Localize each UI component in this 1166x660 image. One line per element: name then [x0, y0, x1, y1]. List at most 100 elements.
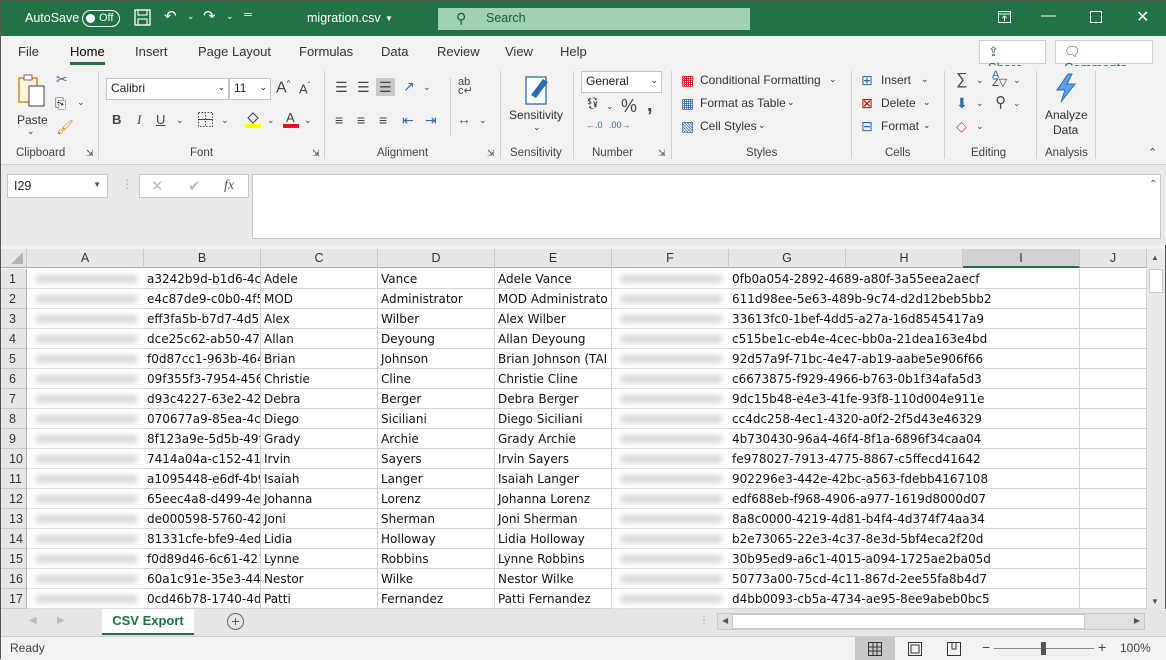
redacted-cell-a[interactable] — [27, 309, 144, 329]
row-header[interactable]: 5 — [1, 349, 27, 369]
row-header[interactable]: 12 — [1, 489, 27, 509]
redacted-cell-a[interactable] — [27, 329, 144, 349]
previous-sheet-icon[interactable]: ◀ — [29, 615, 37, 626]
font-color-dropdown-icon[interactable]: ⌄ — [304, 116, 312, 125]
cell-j6[interactable] — [1080, 369, 1147, 389]
file-name[interactable]: migration.csv — [307, 11, 381, 25]
redacted-cell-f[interactable] — [612, 349, 729, 369]
cell-d10[interactable]: Sayers — [378, 449, 495, 469]
normal-view-button[interactable] — [855, 637, 895, 660]
cell-c3[interactable]: Alex — [261, 309, 378, 329]
redacted-cell-a[interactable] — [27, 509, 144, 529]
accounting-format-icon[interactable]: 💱︎ — [586, 99, 600, 110]
merge-dropdown-icon[interactable]: ⌄ — [479, 116, 487, 125]
cell-b10[interactable]: 7414a04a-c152-415 — [144, 449, 261, 469]
select-all-corner[interactable] — [1, 249, 27, 268]
row-header[interactable]: 3 — [1, 309, 27, 329]
undo-dropdown-icon[interactable]: ⌄ — [187, 11, 195, 22]
cell-b12[interactable]: 65eec4a8-d499-4ea — [144, 489, 261, 509]
sheet-tab-csv-export[interactable]: CSV Export — [102, 609, 194, 635]
column-header-d[interactable]: D — [378, 249, 495, 268]
cell-j11[interactable] — [1080, 469, 1147, 489]
maximize-icon[interactable] — [1090, 10, 1102, 27]
redacted-cell-a[interactable] — [27, 429, 144, 449]
cell-e11[interactable]: Isaiah Langer — [495, 469, 612, 489]
redacted-cell-a[interactable] — [27, 489, 144, 509]
tab-file[interactable]: File — [18, 44, 39, 59]
italic-icon[interactable]: I — [137, 113, 141, 126]
cell-d9[interactable]: Archie — [378, 429, 495, 449]
row-header[interactable]: 2 — [1, 289, 27, 309]
number-format-select[interactable]: General ⌄ — [581, 71, 662, 93]
column-header-b[interactable]: B — [144, 249, 261, 268]
redacted-cell-f[interactable] — [612, 529, 729, 549]
cell-c15[interactable]: Lynne — [261, 549, 378, 569]
cell-c9[interactable]: Grady — [261, 429, 378, 449]
cell-e17[interactable]: Patti Fernandez — [495, 589, 612, 609]
redacted-cell-a[interactable] — [27, 449, 144, 469]
tab-help[interactable]: Help — [560, 44, 587, 59]
cell-c8[interactable]: Diego — [261, 409, 378, 429]
vertical-scrollbar[interactable]: ▲ ▼ — [1147, 249, 1165, 609]
formula-input[interactable] — [252, 174, 1161, 239]
borders-dropdown-icon[interactable]: ⌄ — [221, 116, 229, 125]
cell-j13[interactable] — [1080, 509, 1147, 529]
tab-page-layout[interactable]: Page Layout — [198, 44, 271, 59]
orientation-icon[interactable]: ↗ — [403, 79, 415, 93]
row-header[interactable]: 1 — [1, 269, 27, 289]
column-header-c[interactable]: C — [261, 249, 378, 268]
percent-style-icon[interactable]: % — [621, 97, 637, 115]
row-header[interactable]: 10 — [1, 449, 27, 469]
zoom-level[interactable]: 100% — [1120, 641, 1151, 655]
align-center-icon[interactable]: ≡ — [357, 113, 365, 127]
cell-g12[interactable]: edf688eb-f968-4906-a977-1619d8000d07 — [729, 489, 1080, 509]
cell-j7[interactable] — [1080, 389, 1147, 409]
scroll-right-icon[interactable]: ▶ — [1134, 616, 1140, 625]
cell-g10[interactable]: fe978027-7913-4775-8867-c5ffecd41642 — [729, 449, 1080, 469]
cell-e14[interactable]: Lidia Holloway — [495, 529, 612, 549]
cell-j17[interactable] — [1080, 589, 1147, 609]
tab-insert[interactable]: Insert — [135, 44, 168, 59]
share-button[interactable]: ⇪ Share — [979, 40, 1046, 75]
ribbon-display-options-icon[interactable] — [998, 10, 1011, 27]
bold-icon[interactable]: B — [112, 113, 121, 126]
font-color-icon[interactable]: A — [283, 110, 300, 130]
scroll-down-icon[interactable]: ▼ — [1151, 597, 1159, 606]
cell-c5[interactable]: Brian — [261, 349, 378, 369]
cell-e4[interactable]: Allan Deyoung — [495, 329, 612, 349]
align-middle-icon[interactable]: ☰ — [357, 80, 370, 94]
cell-d11[interactable]: Langer — [378, 469, 495, 489]
row-header[interactable]: 7 — [1, 389, 27, 409]
row-header[interactable]: 14 — [1, 529, 27, 549]
format-painter-icon[interactable]: 🖌︎ — [56, 120, 74, 134]
align-right-icon[interactable]: ≡ — [379, 113, 387, 127]
tab-review[interactable]: Review — [437, 44, 480, 59]
redacted-cell-f[interactable] — [612, 429, 729, 449]
spreadsheet-grid[interactable]: A B C D E F G H I J 1 a3242b9d-b1d6-4c2 Adele Vance Ad… — [1, 249, 1147, 609]
autosum-icon[interactable]: ∑ — [956, 72, 967, 88]
cell-d13[interactable]: Sherman — [378, 509, 495, 529]
zoom-out-icon[interactable]: − — [982, 639, 990, 655]
column-header-f[interactable]: F — [612, 249, 729, 268]
accounting-dropdown-icon[interactable]: ⌄ — [606, 102, 614, 111]
cell-j10[interactable] — [1080, 449, 1147, 469]
redacted-cell-f[interactable] — [612, 489, 729, 509]
autosave-toggle[interactable]: Off — [82, 10, 120, 27]
cell-e7[interactable]: Debra Berger — [495, 389, 612, 409]
expand-formula-bar-icon[interactable]: ⌃ — [1149, 179, 1157, 190]
tab-home[interactable]: Home — [70, 44, 105, 65]
cell-d12[interactable]: Lorenz — [378, 489, 495, 509]
search-box[interactable]: ⚲ Search — [438, 8, 750, 30]
format-as-table-button[interactable]: ▦ Format as Table ⌄ — [681, 95, 801, 114]
zoom-slider-thumb[interactable] — [1041, 642, 1046, 655]
redacted-cell-a[interactable] — [27, 589, 144, 609]
tab-splitter-icon[interactable]: ⋮ — [699, 615, 709, 626]
cell-d14[interactable]: Holloway — [378, 529, 495, 549]
row-header[interactable]: 13 — [1, 509, 27, 529]
cell-e6[interactable]: Christie Cline — [495, 369, 612, 389]
redacted-cell-a[interactable] — [27, 349, 144, 369]
redacted-cell-f[interactable] — [612, 369, 729, 389]
copy-dropdown-icon[interactable]: ⌄ — [77, 98, 85, 107]
cell-e15[interactable]: Lynne Robbins — [495, 549, 612, 569]
cell-g4[interactable]: c515be1c-eb4e-4cec-bb0a-21dea163e4bd — [729, 329, 1080, 349]
